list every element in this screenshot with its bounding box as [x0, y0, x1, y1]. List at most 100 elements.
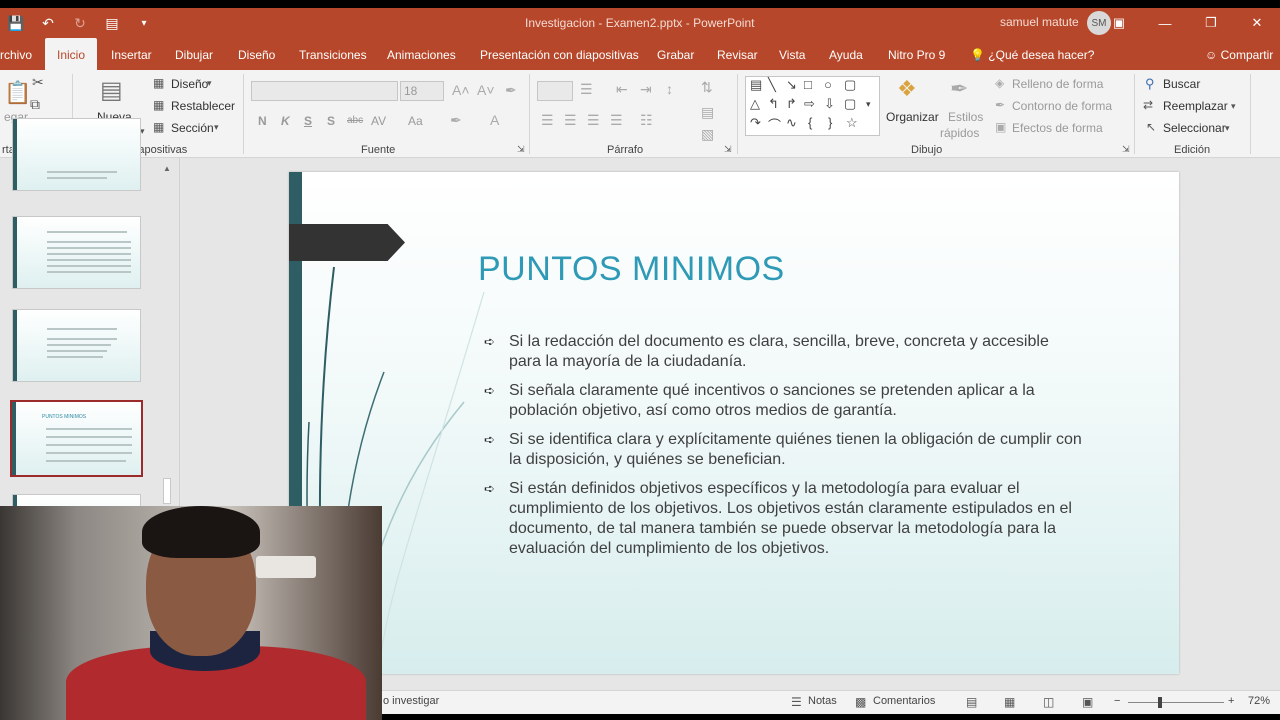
dialog-launcher-icon[interactable]: ⇲	[724, 144, 732, 155]
slide-canvas[interactable]: PUNTOS MINIMOS ➪ Si la redacción del doc…	[289, 172, 1179, 674]
quick-styles-icon[interactable]: ✒	[950, 76, 968, 102]
line-spacing-icon[interactable]: ↕	[666, 81, 673, 97]
clear-format-icon[interactable]: ✒	[505, 82, 517, 99]
left-brace-icon[interactable]: {	[808, 115, 812, 130]
grow-font-icon[interactable]: A˄	[452, 82, 470, 98]
increase-indent-icon[interactable]: ⇥	[640, 81, 652, 98]
arrow-line-shape-icon[interactable]: ↘	[786, 77, 797, 93]
slide-thumbnail[interactable]	[12, 216, 141, 289]
underline-button[interactable]: S	[304, 114, 312, 128]
select-button[interactable]: Seleccionar	[1163, 121, 1226, 135]
rounded-rect-shape-icon[interactable]: ▢	[844, 77, 856, 93]
strikethrough-button[interactable]: abc	[347, 115, 363, 126]
change-case-button[interactable]: Aa	[408, 114, 423, 128]
comments-button[interactable]: Comentarios	[873, 695, 935, 707]
slide-bullet-list[interactable]: ➪ Si la redacción del documento es clara…	[484, 332, 1084, 568]
slide-sorter-icon[interactable]: ▦	[1004, 695, 1015, 709]
right-brace-icon[interactable]: }	[828, 115, 832, 130]
elbow-connector-icon[interactable]: ↰	[768, 96, 779, 112]
normal-view-icon[interactable]: ▤	[966, 695, 977, 709]
customize-qat-icon[interactable]: ▾	[128, 8, 160, 38]
undo-icon[interactable]: ↶	[32, 8, 64, 38]
wave-shape-icon[interactable]: ∿	[786, 115, 797, 131]
highlight-icon[interactable]: ✒	[450, 112, 462, 129]
copy-icon[interactable]: ⧉	[30, 96, 40, 113]
shape-fill-icon[interactable]: ◈	[995, 76, 1004, 90]
zoom-out-icon[interactable]: −	[1114, 695, 1120, 707]
scroll-thumb[interactable]	[163, 478, 171, 504]
text-direction-icon[interactable]: ⇅	[701, 79, 713, 96]
tab-insertar[interactable]: Insertar	[111, 38, 152, 70]
arrange-icon[interactable]: ❖	[897, 76, 917, 102]
tab-archivo[interactable]: rchivo	[0, 38, 32, 70]
shapes-gallery[interactable]: ▤ ╲ ↘ □ ○ ▢ △ ↰ ↱ ⇨ ⇩ ▢ ↷ ⌒ ∿ { } ☆ ▾	[745, 76, 880, 136]
tab-grabar[interactable]: Grabar	[657, 38, 694, 70]
cut-icon[interactable]: ✂	[32, 74, 44, 91]
align-text-icon[interactable]: ▤	[701, 104, 714, 121]
quick-styles-label-2[interactable]: rápidos	[940, 126, 979, 140]
layout-button[interactable]: Diseño	[171, 77, 208, 91]
justify-icon[interactable]: ☰	[610, 112, 623, 129]
reading-view-icon[interactable]: ◫	[1043, 695, 1054, 709]
arc-shape-icon[interactable]: ⌒	[768, 115, 781, 134]
section-button[interactable]: Sección	[171, 121, 214, 135]
slideshow-icon[interactable]: ▣	[1082, 695, 1093, 709]
font-size-combo[interactable]: 18	[400, 81, 444, 101]
ribbon-display-icon[interactable]: ▣	[1096, 8, 1142, 38]
shrink-font-icon[interactable]: A˅	[477, 82, 495, 98]
slide-thumbnail-selected[interactable]: PUNTOS MINIMOS	[10, 400, 143, 477]
restore-icon[interactable]: ❐	[1188, 8, 1234, 38]
curve-arrow-icon[interactable]: ↷	[750, 115, 761, 131]
align-right-icon[interactable]: ☰	[587, 112, 600, 129]
layout-icon[interactable]: ▦	[153, 76, 164, 90]
align-center-icon[interactable]: ☰	[564, 112, 577, 129]
gallery-more-icon[interactable]: ▾	[866, 99, 871, 110]
reset-button[interactable]: Restablecer	[171, 99, 235, 113]
elbow-arrow-icon[interactable]: ↱	[786, 96, 797, 112]
paste-icon[interactable]: 📋	[4, 80, 31, 106]
decrease-indent-icon[interactable]: ⇤	[616, 81, 628, 98]
shape-outline-icon[interactable]: ✒	[995, 98, 1005, 112]
dialog-launcher-icon[interactable]: ⇲	[1122, 144, 1130, 155]
zoom-slider-knob[interactable]	[1158, 697, 1162, 708]
chevron-down-icon[interactable]: ▾	[207, 78, 212, 89]
italic-button[interactable]: K	[281, 114, 290, 128]
font-color-icon[interactable]: A	[490, 112, 499, 128]
close-icon[interactable]: ✕	[1234, 8, 1280, 38]
numbering-icon[interactable]: ☰	[580, 81, 593, 98]
tab-vista[interactable]: Vista	[779, 38, 805, 70]
align-left-icon[interactable]: ☰	[541, 112, 554, 129]
tell-me-search[interactable]: 💡 ¿Qué desea hacer?	[970, 38, 1094, 70]
zoom-level[interactable]: 72%	[1248, 695, 1270, 707]
smartart-icon[interactable]: ▧	[701, 126, 714, 143]
bold-button[interactable]: N	[258, 114, 267, 128]
textbox-shape-icon[interactable]: ▤	[750, 77, 762, 93]
shape-outline-button[interactable]: Contorno de forma	[1012, 99, 1112, 113]
arrange-button[interactable]: Organizar	[886, 110, 939, 124]
user-name[interactable]: samuel matute	[1000, 15, 1079, 29]
section-icon[interactable]: ▦	[153, 120, 164, 134]
rectangle-shape-icon[interactable]: □	[804, 77, 812, 92]
notes-button[interactable]: Notas	[808, 695, 837, 707]
shape-fill-button[interactable]: Relleno de forma	[1012, 77, 1103, 91]
replace-icon[interactable]: ⇄	[1143, 98, 1153, 112]
shape-effects-icon[interactable]: ▣	[995, 120, 1006, 134]
thumbnail-scrollbar[interactable]: ▲	[160, 160, 174, 505]
zoom-slider[interactable]	[1128, 702, 1224, 703]
right-arrow-shape-icon[interactable]: ⇨	[804, 96, 815, 112]
comments-icon[interactable]: ▩	[855, 695, 866, 709]
tab-dibujar[interactable]: Dibujar	[175, 38, 213, 70]
down-arrow-shape-icon[interactable]: ⇩	[824, 96, 835, 112]
chevron-down-icon[interactable]: ▾	[1225, 123, 1230, 134]
tab-transiciones[interactable]: Transiciones	[299, 38, 367, 70]
share-button[interactable]: ☺ Compartir	[1205, 38, 1273, 70]
redo-icon[interactable]: ↻	[64, 8, 96, 38]
select-cursor-icon[interactable]: ↖	[1146, 120, 1156, 134]
minimize-icon[interactable]: —	[1142, 8, 1188, 38]
save-icon[interactable]: 💾	[0, 8, 32, 38]
slide-thumbnail[interactable]	[12, 118, 141, 191]
reset-icon[interactable]: ▦	[153, 98, 164, 112]
oval-shape-icon[interactable]: ○	[824, 77, 832, 92]
flowchart-shape-icon[interactable]: ▢	[844, 96, 856, 112]
zoom-in-icon[interactable]: +	[1228, 695, 1234, 707]
